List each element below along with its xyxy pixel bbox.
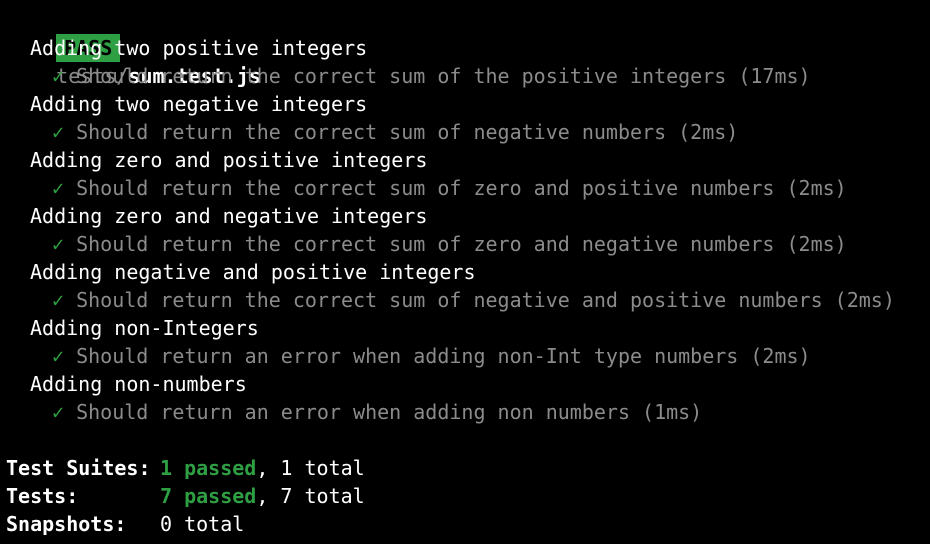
passed-count: 1 passed [160, 456, 257, 480]
test-result: ✓ Should return the correct sum of zero … [0, 230, 847, 258]
test-description: Should return the correct sum of zero an… [76, 232, 847, 256]
summary-tests: Tests: 7 passed, 7 total [0, 482, 365, 510]
test-description: Should return the correct sum of negativ… [76, 120, 739, 144]
test-result: ✓ Should return the correct sum of zero … [0, 174, 847, 202]
total-count: , 7 total [256, 484, 365, 508]
passed-count: 7 passed [160, 484, 257, 508]
test-result: ✓ Should return the correct sum of negat… [0, 286, 895, 314]
test-file-header: PASS tests/sum.test.js [0, 6, 261, 88]
check-icon: ✓ [52, 64, 65, 88]
suite-title: Adding two negative integers [30, 92, 368, 116]
test-description: Should return an error when adding non-I… [76, 344, 811, 368]
summary-label: Test Suites: [6, 456, 151, 480]
suite-title: Adding non-numbers [30, 372, 247, 396]
test-result: ✓ Should return an error when adding non… [0, 398, 702, 426]
suite-title: Adding zero and negative integers [30, 204, 428, 228]
total-count: , 1 total [256, 456, 365, 480]
summary-snapshots: Snapshots: 0 total [0, 510, 244, 538]
suite-title: Adding negative and positive integers [30, 260, 476, 284]
test-result: ✓ Should return the correct sum of the p… [0, 62, 811, 90]
test-description: Should return the correct sum of negativ… [76, 288, 895, 312]
test-description: Should return an error when adding non n… [76, 400, 703, 424]
summary-label: Tests: [6, 484, 79, 508]
suite-title: Adding non-Integers [30, 316, 259, 340]
suite-title: Adding zero and positive integers [30, 148, 428, 172]
check-icon: ✓ [52, 176, 65, 200]
test-result: ✓ Should return the correct sum of negat… [0, 118, 738, 146]
check-icon: ✓ [52, 120, 65, 144]
check-icon: ✓ [52, 288, 65, 312]
check-icon: ✓ [52, 232, 65, 256]
test-description: Should return the correct sum of zero an… [76, 176, 847, 200]
summary-label: Snapshots: [6, 512, 127, 536]
test-result: ✓ Should return an error when adding non… [0, 342, 811, 370]
test-description: Should return the correct sum of the pos… [76, 64, 811, 88]
suite-title: Adding two positive integers [30, 36, 368, 60]
check-icon: ✓ [52, 400, 65, 424]
summary-test-suites: Test Suites: 1 passed, 1 total [0, 454, 365, 482]
total-count: 0 total [160, 512, 245, 536]
check-icon: ✓ [52, 344, 65, 368]
